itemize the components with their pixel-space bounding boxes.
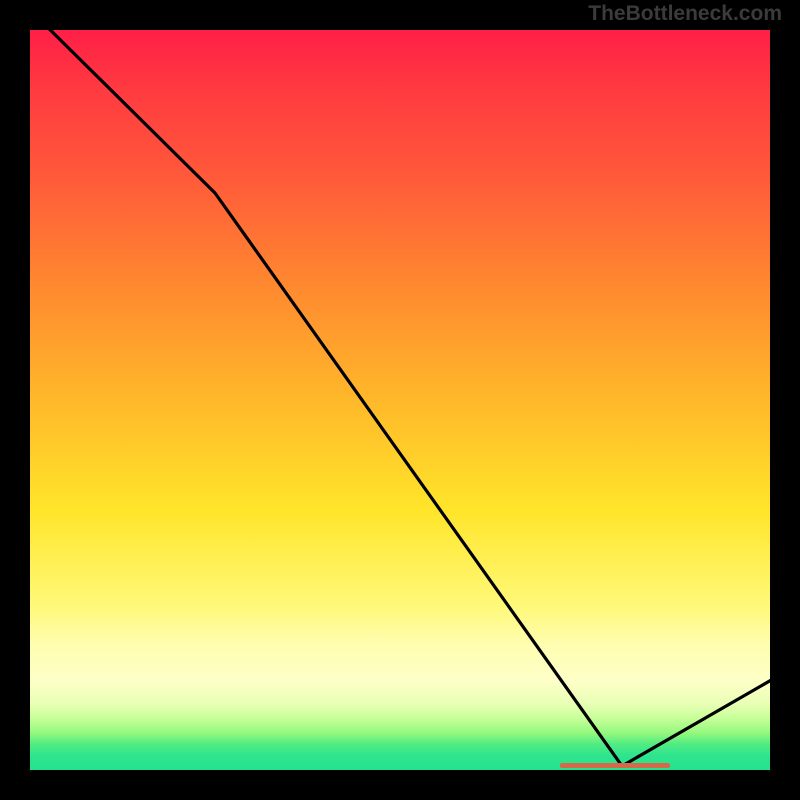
series-curve — [30, 30, 770, 766]
chart-svg — [30, 30, 770, 770]
chart-container: TheBottleneck.com — [0, 0, 800, 800]
plot-area — [30, 30, 770, 770]
marker-strip — [560, 763, 670, 768]
attribution-text: TheBottleneck.com — [588, 2, 782, 26]
